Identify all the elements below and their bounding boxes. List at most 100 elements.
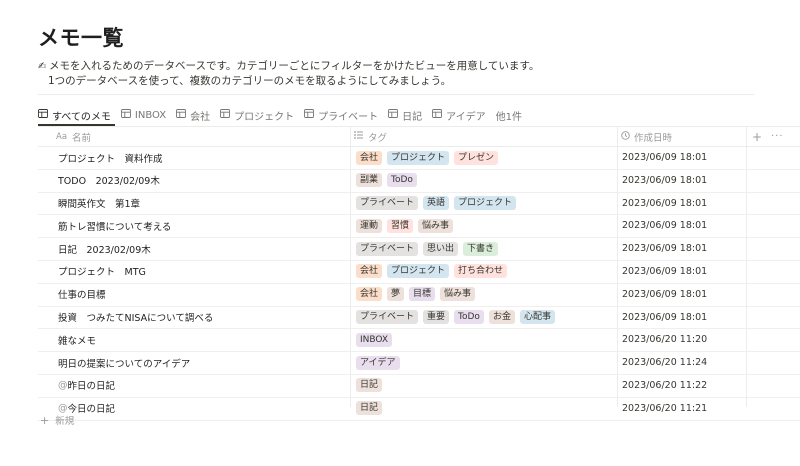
row-tags-cell[interactable]: 日記 [356, 398, 387, 419]
table-row[interactable]: @ 昨日の日記 日記 2023/06/20 11:22 [38, 375, 800, 398]
row-tags-cell[interactable]: 副業 ToDo [356, 170, 422, 191]
row-name-cell[interactable]: @ 昨日の日記 [58, 375, 115, 396]
row-tags-cell[interactable]: 会社 プロジェクト プレゼン [356, 147, 503, 168]
new-row-button[interactable]: + 新規 [40, 413, 75, 428]
page-description-line-2: 1つのデータベースを使って、複数のカテゴリーのメモを取るようにしてみましょう。 [48, 75, 452, 87]
page-description-line-1: ✍ メモを入れるためのデータベースです。カテゴリーごとにフィルターをかけたビューを… [38, 58, 539, 73]
table-icon [304, 109, 315, 121]
tag-chip: プロジェクト [387, 150, 450, 165]
row-name: 仕事の目標 [58, 290, 106, 302]
row-name: 雑なメモ [58, 335, 97, 347]
table-row[interactable]: プロジェクト 資料作成 会社 プロジェクト プレゼン 2023/06/09 18:01 [38, 147, 800, 170]
row-name-cell[interactable]: 明日の提案についてのアイデア [58, 352, 190, 373]
row-created-date: 2023/06/09 18:01 [622, 152, 708, 163]
row-tags-cell[interactable]: プライベート 思い出 下書き [356, 238, 503, 259]
row-name: プロジェクト 資料作成 [58, 153, 163, 165]
row-name-cell[interactable]: 日記 2023/02/09木 [58, 238, 151, 259]
row-name-cell[interactable]: 雑なメモ [58, 329, 96, 350]
table-row[interactable]: TODO 2023/02/09木 副業 ToDo 2023/06/09 18:01 [38, 170, 800, 193]
table-icon [388, 109, 399, 121]
more-options-button[interactable]: ··· [771, 127, 784, 146]
tag-chip: 思い出 [423, 241, 459, 256]
row-tags-cell[interactable]: 日記 [356, 375, 387, 396]
table-icon [432, 109, 443, 121]
tag-chip: プロジェクト [387, 264, 450, 279]
text-property-icon: Aa [56, 131, 68, 142]
row-tags-cell[interactable]: プライベート 重要 ToDo お金 心配事 [356, 307, 560, 328]
tag-chip: アイデア [356, 355, 400, 370]
tag-chip: ToDo [454, 310, 484, 325]
row-name-cell[interactable]: 瞬間英作文 第1章 [58, 193, 140, 214]
column-header-date[interactable]: 作成日時 [621, 127, 672, 146]
row-name: 明日の提案についてのアイデア [58, 358, 191, 370]
tag-chip: 打ち合わせ [454, 264, 508, 279]
row-name-cell[interactable]: 仕事の目標 [58, 284, 106, 305]
tag-chip: 日記 [356, 401, 383, 416]
row-created-date: 2023/06/09 18:01 [622, 311, 708, 323]
table-icon [38, 109, 48, 121]
description-text-1: メモを入れるためのデータベースです。カテゴリーごとにフィルターをかけたビューを用… [49, 60, 540, 72]
row-tags-cell[interactable]: プライベート 英語 プロジェクト [356, 193, 521, 214]
tab-3[interactable]: プロジェクト [220, 105, 294, 125]
tag-chip: 会社 [356, 264, 383, 279]
row-tags-cell[interactable]: INBOX [356, 329, 397, 350]
row-name: 筋トレ習慣について考える [58, 221, 172, 233]
table-row[interactable]: 投資 つみたてNISAについて調べる プライベート 重要 ToDo お金 心配事 2023/… [38, 307, 800, 330]
row-tags-cell[interactable]: 会社 プロジェクト 打ち合わせ [356, 261, 512, 282]
tag-chip: 会社 [356, 150, 383, 165]
row-name-cell[interactable]: プロジェクト 資料作成 [58, 147, 163, 168]
tab-label: アイデア [446, 111, 486, 123]
table-row[interactable]: 筋トレ習慣について考える 運動 習慣 悩み事 2023/06/09 18:01 [38, 215, 800, 239]
tab-2[interactable]: 会社 [176, 105, 210, 125]
table-row[interactable]: 瞬間英作文 第1章 プライベート 英語 プロジェクト 2023/06/09 18:01 [38, 193, 800, 216]
row-name: 瞬間英作文 第1章 [58, 199, 141, 211]
new-row-label: 新規 [55, 416, 75, 427]
row-tags-cell[interactable]: アイデア [356, 352, 405, 373]
table-row[interactable]: 明日の提案についてのアイデア アイデア 2023/06/20 11:24 [38, 352, 800, 375]
tag-chip: INBOX [356, 332, 393, 347]
tab-label: プライベート [318, 111, 379, 123]
column-header-name[interactable]: Aa 名前 [56, 127, 91, 146]
tab-6[interactable]: アイデア [432, 105, 486, 125]
tag-chip: プロジェクト [454, 196, 517, 211]
table-row[interactable]: プロジェクト MTG 会社 プロジェクト 打ち合わせ 2023/06/09 18:01 [38, 261, 800, 284]
tab-label: 他1件 [495, 111, 522, 123]
row-name-cell[interactable]: TODO 2023/02/09木 [58, 170, 160, 191]
column-tags-label: タグ [368, 132, 388, 144]
view-tabs: すべてのメモ INBOX 会社 プロジェクト プライベート 日記 アイデア 他1件 [38, 104, 532, 126]
row-created-date: 2023/06/09 18:01 [622, 288, 708, 300]
tag-chip: 重要 [423, 310, 450, 325]
tab-0[interactable]: すべてのメモ [38, 105, 111, 125]
tab-5[interactable]: 日記 [388, 105, 422, 125]
table-body: プロジェクト 資料作成 会社 プロジェクト プレゼン 2023/06/09 18:01 T… [38, 147, 800, 421]
table-row[interactable]: 日記 2023/02/09木 プライベート 思い出 下書き 2023/06/09 18:… [38, 238, 800, 261]
tag-chip: 英語 [423, 196, 450, 211]
row-created-date: 2023/06/09 18:01 [622, 265, 708, 277]
tab-7[interactable]: 他1件 [496, 105, 522, 125]
row-name-cell[interactable]: 筋トレ習慣について考える [58, 215, 171, 236]
column-date-label: 作成日時 [634, 132, 673, 144]
column-header-tags[interactable]: タグ [354, 127, 387, 146]
tab-label: INBOX [134, 109, 167, 121]
row-created-date: 2023/06/20 11:22 [622, 379, 708, 391]
row-name-cell[interactable]: プロジェクト MTG [58, 261, 146, 282]
column-name-label: 名前 [72, 132, 92, 144]
table-row[interactable]: @ 今日の日記 日記 2023/06/20 11:21 [38, 398, 800, 421]
table-icon [120, 109, 131, 121]
row-tags-cell[interactable]: 運動 習慣 悩み事 [356, 215, 458, 236]
table-row[interactable]: 雑なメモ INBOX 2023/06/20 11:20 [38, 329, 800, 353]
row-created-date: 2023/06/20 11:20 [622, 334, 708, 346]
tab-4[interactable]: プライベート [304, 105, 378, 125]
page-title: メモ一覧 [38, 26, 124, 50]
row-created-date: 2023/06/09 18:01 [622, 220, 708, 232]
row-name-cell[interactable]: 投資 つみたてNISAについて調べる [58, 307, 213, 328]
tag-chip: 日記 [356, 378, 383, 393]
table-row[interactable]: 仕事の目標 会社夢目標 悩み事 2023/06/09 18:01 [38, 284, 800, 307]
row-created-date: 2023/06/09 18:01 [622, 197, 708, 209]
row-tags-cell[interactable]: 会社夢目標 悩み事 [356, 284, 480, 305]
tag-chip: プライベート [356, 196, 419, 211]
add-property-button[interactable]: + [752, 127, 762, 146]
tag-chip: 運動 [356, 218, 383, 233]
tag-chip: 心配事 [519, 310, 555, 325]
tab-1[interactable]: INBOX [120, 105, 167, 125]
